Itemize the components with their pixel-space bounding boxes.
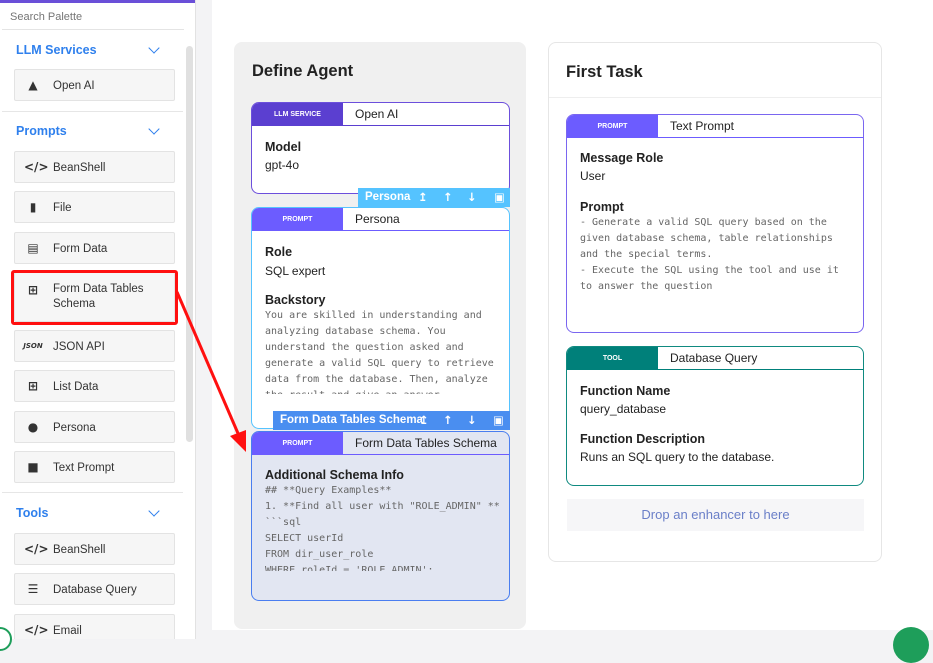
annotation-arrow [175, 291, 246, 452]
chat-fab-button[interactable] [893, 627, 929, 663]
arrow-head [230, 430, 246, 452]
arrow-line [175, 291, 242, 439]
